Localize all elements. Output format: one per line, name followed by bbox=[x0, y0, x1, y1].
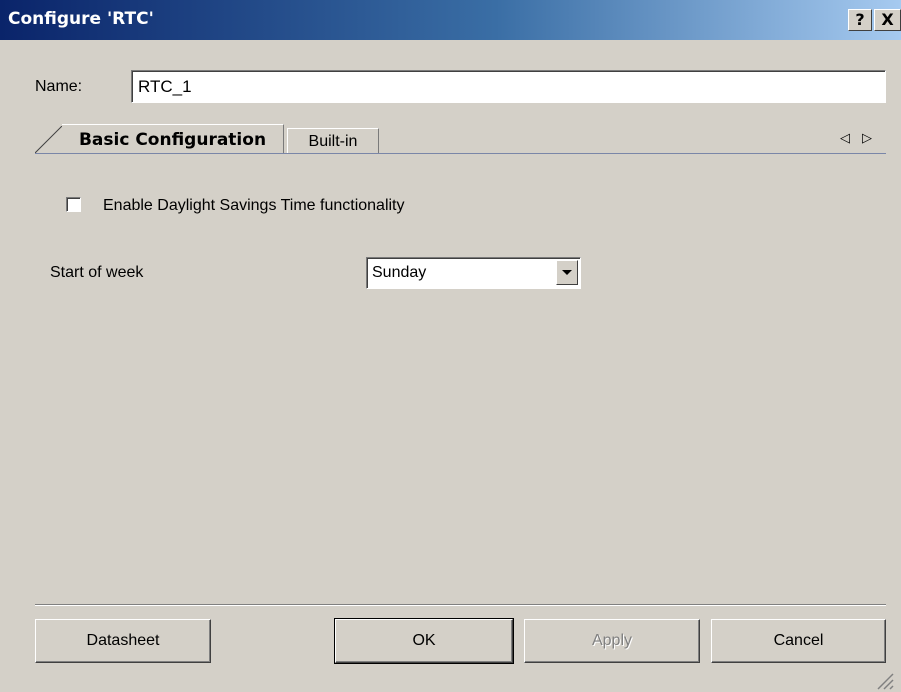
daylight-savings-checkbox[interactable] bbox=[66, 197, 81, 212]
datasheet-button[interactable]: Datasheet bbox=[35, 619, 211, 663]
dropdown-button[interactable] bbox=[556, 260, 578, 285]
start-of-week-value: Sunday bbox=[372, 264, 427, 281]
name-label: Name: bbox=[35, 78, 83, 95]
resize-grip-icon[interactable] bbox=[872, 668, 894, 690]
tab-baseline bbox=[35, 153, 886, 154]
tab-scroll-left-icon[interactable]: ◁ bbox=[840, 130, 850, 146]
close-button[interactable]: X bbox=[874, 9, 901, 31]
cancel-button[interactable]: Cancel bbox=[711, 619, 886, 663]
start-of-week-select[interactable]: Sunday bbox=[366, 257, 581, 289]
title-bar[interactable]: Configure 'RTC' ? X bbox=[0, 0, 901, 40]
daylight-savings-label[interactable]: Enable Daylight Savings Time functionali… bbox=[103, 197, 405, 215]
tab-built-in[interactable]: Built-in bbox=[287, 128, 379, 153]
chevron-down-icon bbox=[562, 270, 572, 275]
button-separator bbox=[35, 604, 886, 606]
start-of-week-label: Start of week bbox=[50, 264, 144, 281]
window-title: Configure 'RTC' bbox=[8, 9, 154, 29]
apply-button[interactable]: Apply bbox=[524, 619, 700, 663]
tab-scroll-right-icon[interactable]: ▷ bbox=[862, 130, 872, 146]
tab-basic-configuration[interactable]: Basic Configuration bbox=[62, 124, 284, 154]
name-input[interactable] bbox=[131, 70, 886, 103]
help-button[interactable]: ? bbox=[848, 9, 872, 31]
ok-button[interactable]: OK bbox=[334, 618, 514, 664]
